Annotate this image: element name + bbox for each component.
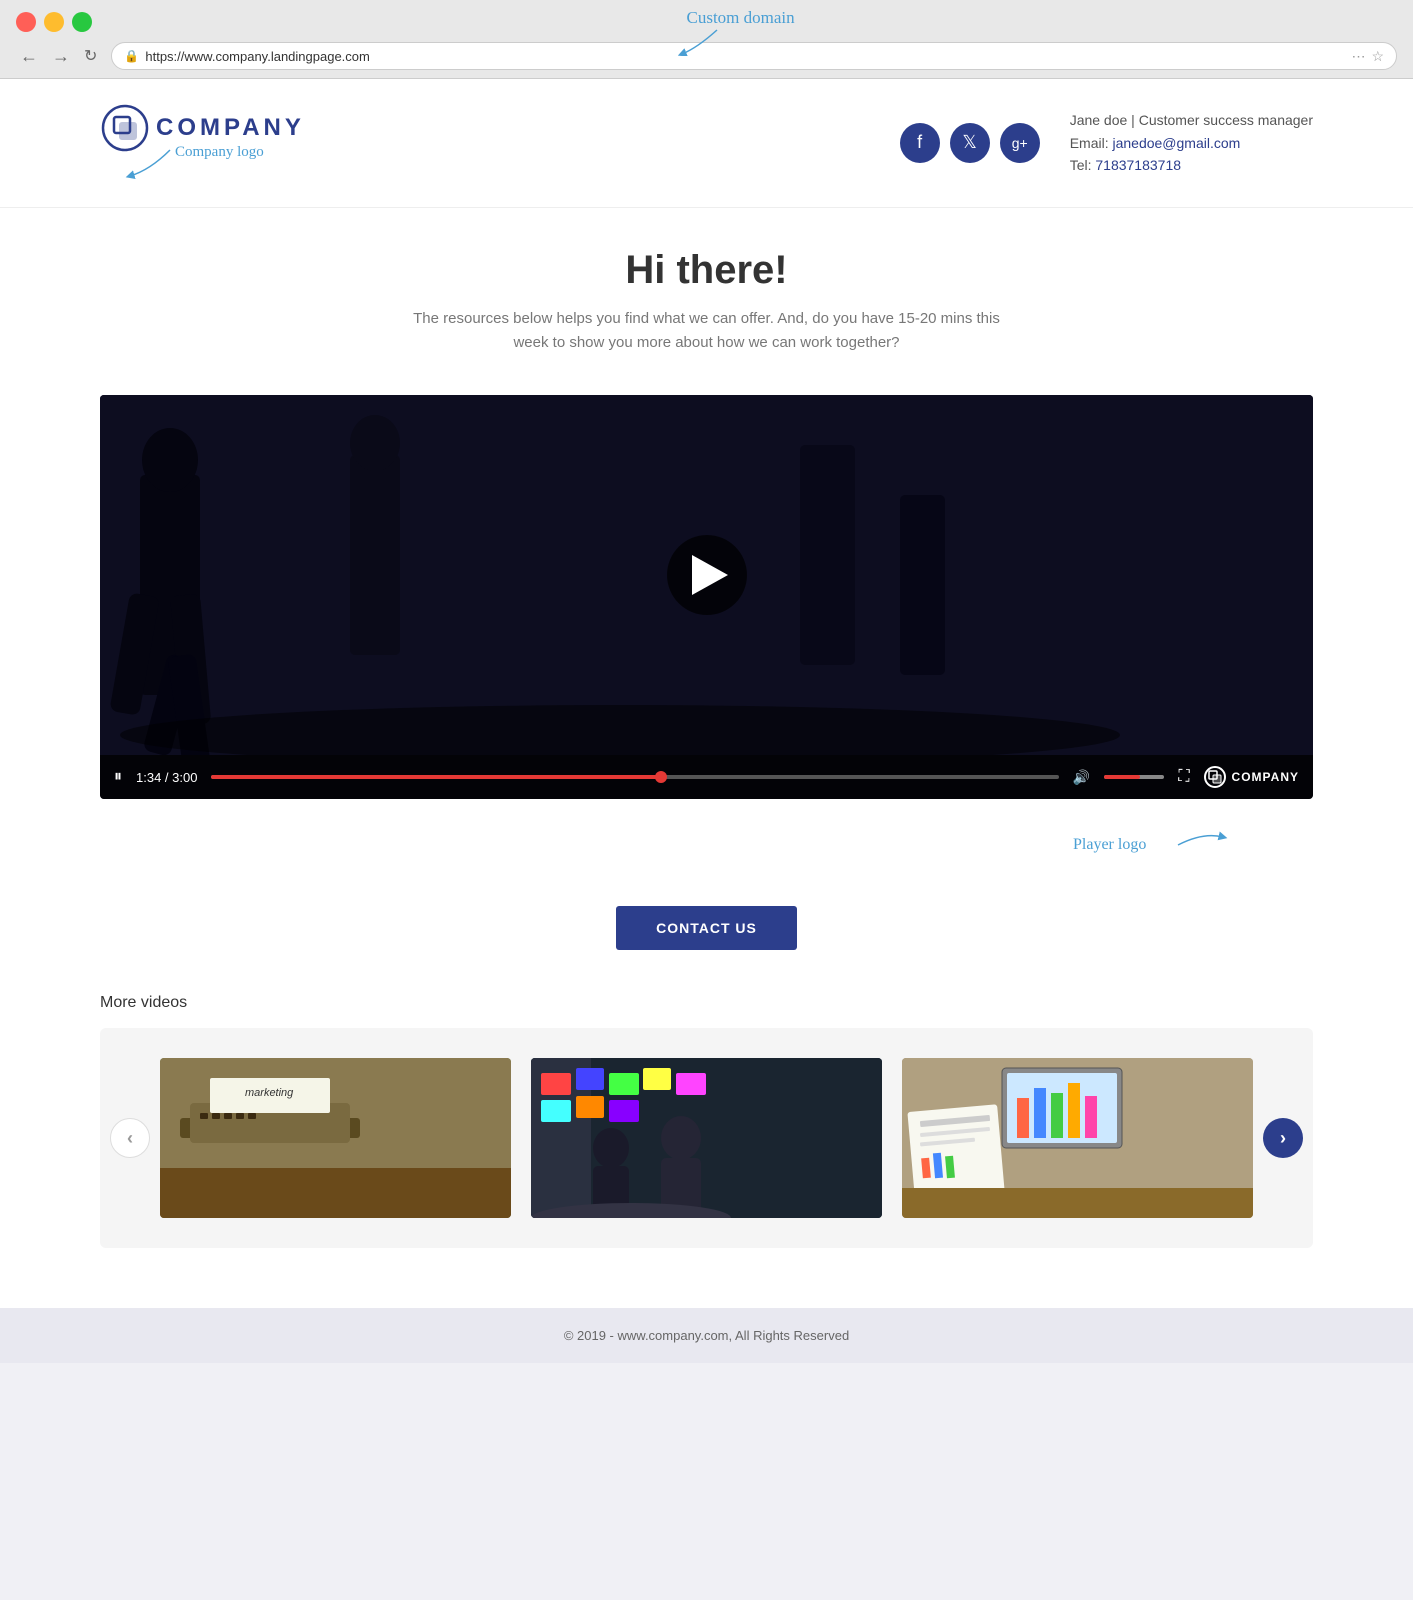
contact-section: CONTACT US: [0, 882, 1413, 974]
player-company-logo: [1204, 766, 1226, 788]
page-header: COMPANY Company logo: [0, 79, 1413, 208]
header-right: f 𝕏 g+ Jane doe | Customer success manag…: [900, 109, 1313, 176]
email-link[interactable]: janedoe@gmail.com: [1112, 135, 1240, 151]
video-controls: ⏸ 1:34 / 3:00 🔊 ⛶: [100, 755, 1313, 799]
address-bar-row: ← → ↻ 🔒 https://www.company.landingpage.…: [16, 42, 1397, 78]
googleplus-icon[interactable]: g+: [1000, 123, 1040, 163]
refresh-button[interactable]: ↻: [80, 44, 101, 68]
twitter-icon[interactable]: 𝕏: [950, 123, 990, 163]
facebook-icon[interactable]: f: [900, 123, 940, 163]
page-footer: © 2019 - www.company.com, All Rights Res…: [0, 1308, 1413, 1363]
nav-buttons: ← → ↻: [16, 44, 101, 69]
url-text: https://www.company.landingpage.com: [145, 49, 1345, 64]
volume-icon[interactable]: 🔊: [1073, 769, 1090, 786]
player-logo-area: COMPANY: [1204, 766, 1299, 788]
progress-fill: [211, 775, 660, 779]
svg-text:marketing: marketing: [245, 1087, 294, 1099]
address-bar[interactable]: 🔒 https://www.company.landingpage.com ⋯ …: [111, 42, 1397, 70]
thumb-2-art: [531, 1058, 882, 1218]
video-background: [100, 395, 1313, 755]
company-logo-label: Company logo: [175, 144, 264, 160]
browser-chrome: ← → ↻ 🔒 https://www.company.landingpage.…: [0, 0, 1413, 79]
star-icon: ☆: [1371, 48, 1384, 65]
video-thumb-2: [531, 1058, 882, 1218]
carousel-next-button[interactable]: ›: [1263, 1118, 1303, 1158]
time-display: 1:34 / 3:00: [136, 770, 197, 785]
company-logo-icon: [100, 103, 150, 153]
traffic-lights: [16, 12, 1397, 32]
progress-bar[interactable]: [211, 775, 1058, 779]
video-player[interactable]: ⏸ 1:34 / 3:00 🔊 ⛶: [100, 395, 1313, 799]
carousel-prev-button[interactable]: ‹: [110, 1118, 150, 1158]
hero-subtitle: The resources below helps you find what …: [407, 307, 1007, 355]
video-thumb-1: marketing: [160, 1058, 511, 1218]
social-icons: f 𝕏 g+: [900, 123, 1040, 163]
email-line: Email: janedoe@gmail.com: [1070, 132, 1313, 154]
logo-area: COMPANY Company logo: [100, 103, 305, 153]
videos-carousel: ‹: [100, 1028, 1313, 1248]
lock-icon: 🔒: [124, 49, 139, 63]
close-button[interactable]: [16, 12, 36, 32]
volume-bar[interactable]: [1104, 775, 1164, 779]
forward-button[interactable]: →: [48, 44, 74, 69]
thumb-3-art: [902, 1058, 1253, 1218]
bookmark-icon: ⋯: [1351, 48, 1365, 65]
fullscreen-icon[interactable]: ⛶: [1178, 768, 1189, 786]
minimize-button[interactable]: [44, 12, 64, 32]
more-videos-section: More videos ‹: [0, 974, 1413, 1288]
contact-name: Jane doe | Customer success manager: [1070, 109, 1313, 131]
progress-dot: [655, 771, 667, 783]
svg-text:Player logo: Player logo: [1073, 836, 1146, 853]
footer-text: © 2019 - www.company.com, All Rights Res…: [564, 1328, 849, 1343]
tel-line: Tel: 71837183718: [1070, 154, 1313, 176]
videos-grid: marketing: [160, 1058, 1253, 1218]
hero-section: Hi there! The resources below helps you …: [0, 208, 1413, 375]
page-content: COMPANY Company logo: [0, 79, 1413, 1363]
play-button[interactable]: [667, 535, 747, 615]
volume-fill: [1104, 775, 1140, 779]
video-card-3[interactable]: [902, 1058, 1253, 1218]
back-button[interactable]: ←: [16, 44, 42, 69]
tel-link[interactable]: 71837183718: [1095, 157, 1181, 173]
contact-us-button[interactable]: CONTACT US: [616, 906, 797, 950]
video-card-2[interactable]: [531, 1058, 882, 1218]
more-videos-title: More videos: [100, 994, 1313, 1012]
player-annotation-wrapper: Player logo: [0, 819, 1413, 882]
thumb-1-art: marketing: [160, 1058, 511, 1218]
maximize-button[interactable]: [72, 12, 92, 32]
player-logo-annotation: Player logo: [1073, 827, 1253, 877]
pause-icon[interactable]: ⏸: [114, 768, 122, 786]
contact-info: Jane doe | Customer success manager Emai…: [1070, 109, 1313, 176]
player-company-name: COMPANY: [1232, 770, 1299, 784]
hero-title: Hi there!: [100, 248, 1313, 293]
play-triangle-icon: [692, 555, 728, 595]
video-thumb-3: [902, 1058, 1253, 1218]
company-name: COMPANY: [156, 114, 305, 142]
video-card-1[interactable]: marketing: [160, 1058, 511, 1218]
